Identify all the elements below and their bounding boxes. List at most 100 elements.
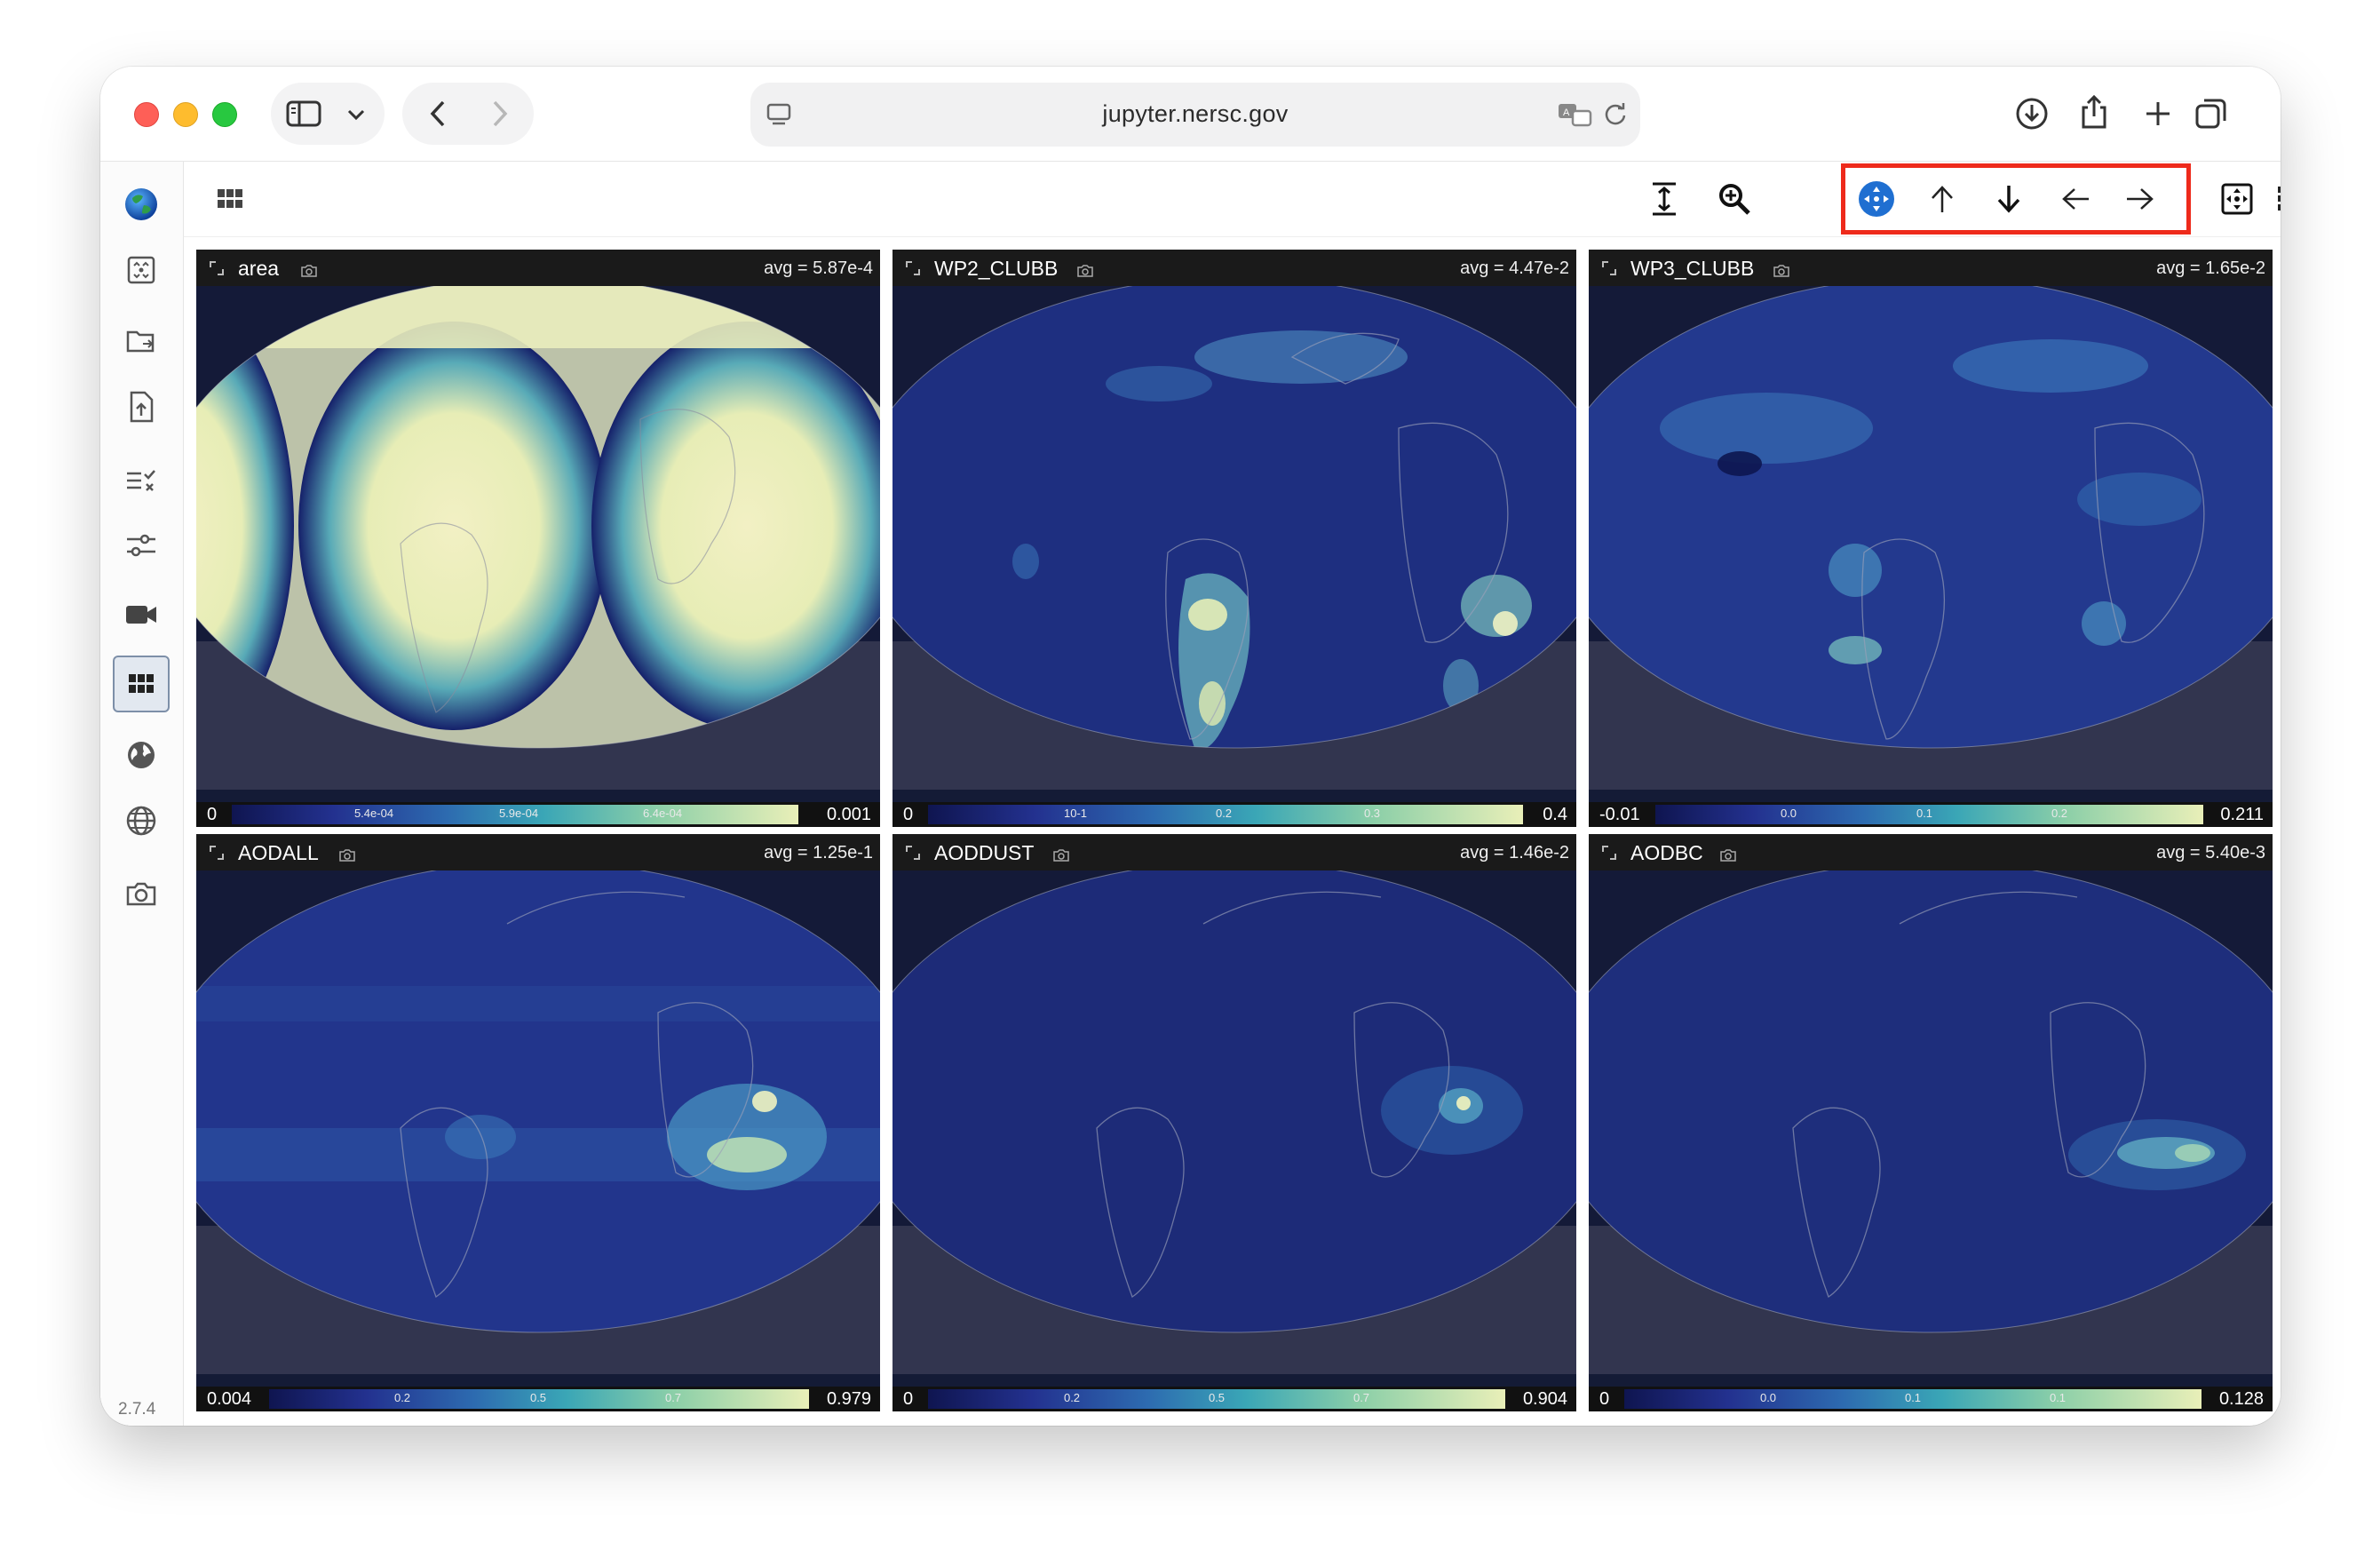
- arrow-left-icon[interactable]: [2049, 172, 2102, 226]
- panel-average: avg = 1.25e-1: [764, 843, 873, 862]
- zoom-window-button[interactable]: [212, 102, 237, 127]
- expand-icon[interactable]: [905, 843, 921, 866]
- tab-overview-icon[interactable]: [2189, 91, 2233, 136]
- colorbar-tick: 6.4e-04: [642, 807, 683, 820]
- panel-title: WP2_CLUBB: [934, 257, 1059, 280]
- checklist-icon[interactable]: [113, 451, 170, 508]
- arrow-up-icon[interactable]: [1916, 172, 1969, 226]
- snapshot-icon[interactable]: [338, 845, 356, 868]
- panel-header: WP3_CLUBB avg = 1.65e-2: [1589, 250, 2273, 286]
- close-window-button[interactable]: [134, 102, 159, 127]
- expand-icon[interactable]: [1601, 258, 1617, 282]
- app-content: 2.7.4 area avg = 5.87e-4 0 5.4e-04 5.9e-…: [100, 161, 2281, 1426]
- layout-grid-icon[interactable]: [203, 172, 257, 226]
- panel-header: WP2_CLUBB avg = 4.47e-2: [892, 250, 1576, 286]
- video-camera-icon[interactable]: [113, 586, 170, 643]
- arrow-down-icon[interactable]: [1982, 172, 2035, 226]
- colorbar-tick: 0.0: [1780, 807, 1797, 820]
- snapshot-icon[interactable]: [1052, 845, 1070, 868]
- snapshot-icon[interactable]: [1719, 845, 1737, 868]
- map-view[interactable]: [892, 870, 1576, 1374]
- panel-average: avg = 5.87e-4: [764, 258, 873, 278]
- panel-title: AODALL: [238, 841, 319, 864]
- camera-icon[interactable]: [113, 865, 170, 922]
- panel-area[interactable]: area avg = 5.87e-4 0 5.4e-04 5.9e-04 6.4…: [196, 250, 880, 827]
- browser-toolbar: jupyter.nersc.gov A: [100, 67, 2281, 161]
- panel-average: avg = 1.46e-2: [1460, 843, 1569, 862]
- colorbar-ticks: 0.0 0.1 0.1: [1589, 1387, 2273, 1411]
- frame-icon[interactable]: [113, 242, 170, 298]
- panel-wp2-clubb[interactable]: WP2_CLUBB avg = 4.47e-2 0 10-1 0.2 0.3 0…: [892, 250, 1576, 827]
- sidebar-toggle-icon[interactable]: [283, 93, 324, 134]
- globe-logo-icon[interactable]: [113, 176, 170, 233]
- chevron-down-icon[interactable]: [338, 97, 374, 132]
- colorbar-tick: 0.1: [1904, 1391, 1922, 1404]
- colorbar-tick: 10-1: [1063, 807, 1088, 820]
- share-icon[interactable]: [2072, 90, 2116, 134]
- colorbar-tick: 5.4e-04: [353, 807, 394, 820]
- globe-outline-icon[interactable]: [113, 792, 170, 849]
- zoom-icon[interactable]: [1708, 172, 1761, 226]
- expand-icon[interactable]: [1601, 843, 1617, 866]
- map-view[interactable]: [1589, 870, 2273, 1374]
- panel-title: AODDUST: [934, 841, 1035, 864]
- expand-icon[interactable]: [209, 258, 225, 282]
- panel-aodbc[interactable]: AODBC avg = 5.40e-3 0 0.0 0.1 0.1 0.128: [1589, 834, 2273, 1411]
- fit-height-icon[interactable]: [1638, 172, 1691, 226]
- colorbar: 0.004 0.2 0.5 0.7 0.979: [196, 1387, 880, 1411]
- colorbar-ticks: 0.2 0.5 0.7: [892, 1387, 1576, 1411]
- panel-header: AODBC avg = 5.40e-3: [1589, 834, 2273, 870]
- panel-header: area avg = 5.87e-4: [196, 250, 880, 286]
- file-upload-icon[interactable]: [113, 378, 170, 435]
- downloads-icon[interactable]: [2010, 91, 2054, 136]
- reload-icon[interactable]: [1599, 99, 1631, 131]
- panel-title: AODBC: [1630, 841, 1703, 864]
- colorbar: 0 10-1 0.2 0.3 0.4: [892, 802, 1576, 827]
- forward-button[interactable]: [478, 93, 522, 134]
- panel-header: AODDUST avg = 1.46e-2: [892, 834, 1576, 870]
- expand-icon[interactable]: [905, 258, 921, 282]
- panel-aoddust[interactable]: AODDUST avg = 1.46e-2 0 0.2 0.5 0.7 0.90…: [892, 834, 1576, 1411]
- colorbar-tick: 0.0: [1759, 1391, 1777, 1404]
- folder-swap-icon[interactable]: [113, 313, 170, 370]
- panel-header: AODALL avg = 1.25e-1: [196, 834, 880, 870]
- pan-move-icon[interactable]: [1850, 172, 1903, 226]
- snapshot-icon[interactable]: [1773, 260, 1790, 283]
- panel-wp3-clubb[interactable]: WP3_CLUBB avg = 1.65e-2 -0.01 0.0 0.1 0.…: [1589, 250, 2273, 827]
- colorbar-tick: 5.9e-04: [498, 807, 539, 820]
- new-tab-icon[interactable]: [2136, 91, 2180, 136]
- colorbar-max: 0.4: [1543, 805, 1567, 824]
- panel-title: area: [238, 257, 280, 280]
- panel-aodall[interactable]: AODALL avg = 1.25e-1 0.004 0.2 0.5 0.7 0…: [196, 834, 880, 1411]
- snapshot-icon[interactable]: [1076, 260, 1094, 283]
- map-view[interactable]: [196, 286, 880, 790]
- colorbar: -0.01 0.0 0.1 0.2 0.211: [1589, 802, 2273, 827]
- translate-icon[interactable]: A: [1555, 99, 1594, 131]
- address-bar[interactable]: jupyter.nersc.gov A: [750, 83, 1640, 147]
- colorbar-max: 0.904: [1522, 1389, 1567, 1409]
- grid-icon[interactable]: [113, 656, 170, 712]
- snapshot-icon[interactable]: [300, 260, 318, 283]
- viewer-toolbar: [184, 162, 2281, 237]
- map-view[interactable]: [196, 870, 880, 1374]
- arrow-right-icon[interactable]: [2114, 172, 2167, 226]
- globe-filled-icon[interactable]: [113, 727, 170, 783]
- colorbar-tick: 0.2: [1215, 807, 1233, 820]
- colorbar-max: 0.128: [2218, 1389, 2264, 1409]
- colorbar-tick: 0.5: [1208, 1391, 1226, 1404]
- grid-layout-icon[interactable]: [2264, 172, 2281, 226]
- map-view[interactable]: [892, 286, 1576, 790]
- back-button[interactable]: [416, 93, 460, 134]
- colorbar-tick: 0.1: [2049, 1391, 2067, 1404]
- expand-icon[interactable]: [209, 843, 225, 866]
- panel-average: avg = 4.47e-2: [1460, 258, 1569, 278]
- panel-average: avg = 1.65e-2: [2156, 258, 2265, 278]
- colorbar-tick: 0.5: [529, 1391, 547, 1404]
- map-view[interactable]: [1589, 286, 2273, 790]
- colorbar-tick: 0.1: [1916, 807, 1933, 820]
- colorbar: 0 5.4e-04 5.9e-04 6.4e-04 0.001: [196, 802, 880, 827]
- minimize-window-button[interactable]: [173, 102, 198, 127]
- colorbar-max: 0.211: [2220, 805, 2264, 824]
- reset-view-icon[interactable]: [2210, 172, 2264, 226]
- sliders-icon[interactable]: [113, 517, 170, 574]
